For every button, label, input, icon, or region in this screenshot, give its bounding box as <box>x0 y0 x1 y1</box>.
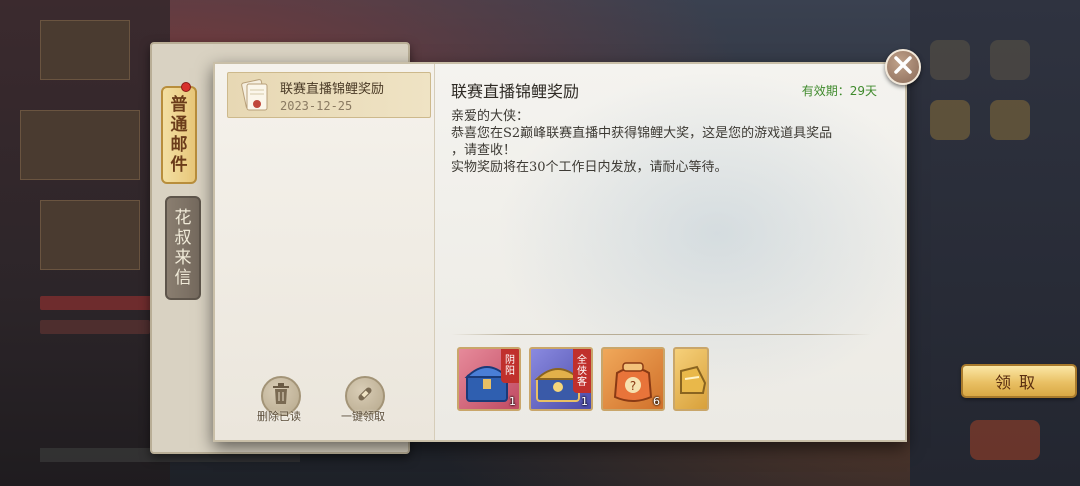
reward-item-blue-chest[interactable]: 阴 阳 1 <box>457 347 521 411</box>
background-right-scene <box>910 0 1080 486</box>
rewards-divider <box>451 334 871 335</box>
tab-label-char: 花 <box>174 208 192 228</box>
background-figure <box>990 40 1030 80</box>
validity-label: 有效期：29天 <box>801 84 877 98</box>
mail-body-line: 恭喜您在S2巅峰联赛直播中获得锦鲤大奖，这是您的游戏道具奖品 <box>451 126 833 141</box>
mail-body: 亲爱的大侠： 恭喜您在S2巅峰联赛直播中获得锦鲤大奖，这是您的游戏道具奖品 ，请… <box>451 108 881 176</box>
tab-label-char: 叔 <box>174 228 192 248</box>
tab-label-char: 信 <box>174 268 192 288</box>
mail-body-line: 实物奖励将在30个工作日内发放，请耐心等待。 <box>451 160 728 175</box>
envelope-icon <box>238 79 270 113</box>
mail-list-item[interactable]: 联赛直播锦鲤奖励 2023-12-25 <box>227 72 431 118</box>
reward-count: 1 <box>581 395 588 408</box>
tab-label-char: 普 <box>170 95 188 115</box>
background-window <box>20 110 140 180</box>
reward-tag-char: 全 <box>577 354 587 366</box>
tab-uncle-hua-letters[interactable]: 花 叔 来 信 <box>165 196 201 300</box>
svg-text:?: ? <box>630 379 636 393</box>
claim-all-label: 一键领取 <box>341 410 385 423</box>
background-figure <box>930 40 970 80</box>
background-window <box>40 20 130 80</box>
tab-label-char: 件 <box>170 155 188 175</box>
tab-label-char: 来 <box>174 248 192 268</box>
mail-list: 联赛直播锦鲤奖励 2023-12-25 删除已读 一键领取 <box>215 64 435 440</box>
background-figure <box>970 420 1040 460</box>
background-sign <box>40 320 150 334</box>
reward-item-mystery-bag[interactable]: ? 6 <box>601 347 665 411</box>
reward-tag: 阴 阳 <box>501 349 519 383</box>
mail-title: 联赛直播锦鲤奖励 <box>451 82 580 101</box>
reward-item-gold-item[interactable] <box>673 347 709 411</box>
notification-dot <box>181 82 191 92</box>
tab-label-char: 邮 <box>170 135 188 155</box>
background-window <box>40 200 140 270</box>
reward-tag-char: 客 <box>577 376 587 388</box>
reward-item-gold-chest[interactable]: 全 侠 客 1 <box>529 347 593 411</box>
mail-greeting: 亲爱的大侠： <box>451 109 530 124</box>
tab-normal-mail[interactable]: 普 通 邮 件 <box>161 86 197 184</box>
trash-icon <box>272 383 290 409</box>
mail-content: 联赛直播锦鲤奖励 有效期：29天 亲爱的大侠： 恭喜您在S2巅峰联赛直播中获得锦… <box>435 64 1077 440</box>
scroll-icon <box>354 383 376 409</box>
mail-panel: 联赛直播锦鲤奖励 2023-12-25 删除已读 一键领取 联赛直播锦鲤奖励 有… <box>213 62 1077 442</box>
close-button[interactable] <box>885 49 921 85</box>
background-figure <box>930 100 970 140</box>
close-icon <box>893 55 913 79</box>
mail-item-date: 2023-12-25 <box>280 99 353 113</box>
reward-tag-char: 阳 <box>505 366 515 377</box>
mail-body-line: ，请查收！ <box>451 143 517 158</box>
mail-item-title: 联赛直播锦鲤奖励 <box>280 82 385 97</box>
background-sign <box>40 296 160 310</box>
reward-tag-char: 阴 <box>505 355 515 366</box>
claim-button[interactable]: 领取 <box>961 364 1077 398</box>
background-figure <box>990 100 1030 140</box>
reward-count: 6 <box>653 395 660 408</box>
background-building <box>0 0 170 486</box>
boot-icon <box>680 365 707 394</box>
reward-tag-char: 侠 <box>577 365 587 377</box>
delete-read-label: 删除已读 <box>257 410 301 423</box>
reward-tag: 全 侠 客 <box>573 349 591 393</box>
reward-count: 1 <box>509 395 516 408</box>
tab-label-char: 通 <box>170 115 188 135</box>
